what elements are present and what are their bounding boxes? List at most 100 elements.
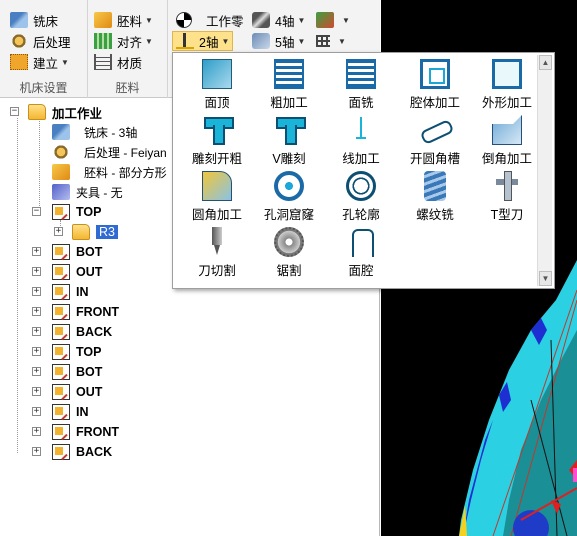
axis2-label: 2轴 xyxy=(199,35,219,50)
setup-icon xyxy=(52,204,70,220)
tree-node-fixture[interactable]: 夹具 - 无 xyxy=(52,182,123,202)
expand-toggle[interactable]: + xyxy=(32,267,41,276)
grid-button[interactable]: ▼ xyxy=(316,31,346,51)
face-top-label: 面顶 xyxy=(204,96,230,110)
hole-pocket-button[interactable]: 孔洞窟窿 xyxy=(253,171,325,223)
collapse-toggle[interactable]: − xyxy=(10,107,19,116)
expand-toggle[interactable]: + xyxy=(32,347,41,356)
tree-node-setup[interactable]: + OUT xyxy=(32,382,102,402)
work-zero-button[interactable]: 工作零 xyxy=(176,10,244,30)
expand-toggle[interactable]: + xyxy=(32,287,41,296)
rough-button[interactable]: 粗加工 xyxy=(253,59,325,111)
engrave-rough-button[interactable]: 雕刻开粗 xyxy=(181,115,253,167)
tree-node-label: 铣床 - 3轴 xyxy=(84,125,138,140)
axis5-icon xyxy=(252,33,270,49)
tree-node-setup[interactable]: + FRONT xyxy=(32,422,119,442)
t-slot-button[interactable]: T型刀 xyxy=(471,171,543,223)
chevron-down-icon: ▼ xyxy=(342,15,350,25)
face-top-button[interactable]: 面顶 xyxy=(181,59,253,111)
v-engrave-button[interactable]: V雕刻 xyxy=(253,115,325,167)
line-machining-button[interactable]: 线加工 xyxy=(325,115,397,167)
stock-icon xyxy=(94,12,112,28)
setup-icon xyxy=(52,444,70,460)
tools-button[interactable]: ▼ xyxy=(316,10,350,30)
fillet-button[interactable]: 圆角加工 xyxy=(181,171,253,223)
tree-node-setup[interactable]: + FRONT xyxy=(32,302,119,322)
folder-icon xyxy=(28,104,46,120)
build-button[interactable]: 建立 ▼ xyxy=(10,52,69,72)
scroll-up-button[interactable]: ▲ xyxy=(539,55,552,70)
setup-icon xyxy=(52,284,70,300)
contour-button[interactable]: 外形加工 xyxy=(471,59,543,111)
hole-contour-button[interactable]: 孔轮廓 xyxy=(325,171,397,223)
thread-mill-button[interactable]: 螺纹铣 xyxy=(399,171,471,223)
tree-guide-line xyxy=(17,118,18,453)
tree-node-setup[interactable]: + OUT xyxy=(32,262,102,282)
tree-node-setup[interactable]: + BOT xyxy=(32,242,102,262)
tree-node-setup[interactable]: + IN xyxy=(32,402,89,422)
material-button[interactable]: 材质 xyxy=(94,52,142,72)
tree-node-selected[interactable]: + R3 xyxy=(54,222,118,242)
face-mill-icon xyxy=(346,59,376,89)
axis5-label: 5轴 xyxy=(275,35,295,50)
expand-toggle[interactable]: + xyxy=(32,367,41,376)
expand-toggle[interactable]: + xyxy=(32,447,41,456)
round-slot-label: 开圆角槽 xyxy=(409,152,460,166)
face-pocket-label: 面腔 xyxy=(348,264,374,278)
tree-node-machine[interactable]: 铣床 - 3轴 xyxy=(52,122,137,142)
fixture-icon xyxy=(52,184,70,200)
align-button[interactable]: 对齐 ▼ xyxy=(94,31,153,51)
expand-toggle[interactable]: + xyxy=(54,227,63,236)
stock-icon xyxy=(52,164,70,180)
tree-node-label: TOP xyxy=(76,345,102,359)
tree-node-setup[interactable]: + IN xyxy=(32,282,89,302)
tree-node-setup[interactable]: + TOP xyxy=(32,342,101,362)
grid-icon xyxy=(316,35,330,47)
line-machining-icon xyxy=(346,115,376,145)
mill-button[interactable]: 铣床 xyxy=(10,10,58,30)
tree-node-label: TOP xyxy=(76,205,102,219)
chamfer-button[interactable]: 倒角加工 xyxy=(471,115,543,167)
fillet-label: 圆角加工 xyxy=(191,208,242,222)
popup-scrollbar[interactable]: ▲ ▼ xyxy=(537,55,552,286)
axis4-label: 4轴 xyxy=(275,14,295,29)
face-mill-button[interactable]: 面铣 xyxy=(325,59,397,111)
tree-node-setup[interactable]: + BACK xyxy=(32,442,112,462)
knife-cut-button[interactable]: 刀切割 xyxy=(181,227,253,279)
expand-toggle[interactable]: + xyxy=(32,327,41,336)
axis5-button[interactable]: 5轴 ▼ xyxy=(252,31,305,51)
stock-group: 胚料 ▼ 对齐 ▼ 材质 胚料 xyxy=(88,0,168,98)
tree-node-label: OUT xyxy=(76,265,103,279)
expand-toggle[interactable]: + xyxy=(32,247,41,256)
chevron-down-icon: ▼ xyxy=(145,36,153,46)
post-process-button[interactable]: 后处理 xyxy=(10,31,71,51)
expand-toggle[interactable]: + xyxy=(32,427,41,436)
face-pocket-button[interactable]: 面腔 xyxy=(325,227,397,279)
pocket-button[interactable]: 腔体加工 xyxy=(399,59,471,111)
axis4-button[interactable]: 4轴 ▼ xyxy=(252,10,305,30)
tree-node-setup[interactable]: − TOP xyxy=(32,202,101,222)
chevron-down-icon: ▼ xyxy=(221,36,230,46)
stock-button[interactable]: 胚料 ▼ xyxy=(94,10,153,30)
tree-node-setup[interactable]: + BACK xyxy=(32,322,112,342)
align-label: 对齐 xyxy=(117,35,143,50)
face-mill-label: 面铣 xyxy=(348,96,374,110)
tree-node-label: OUT xyxy=(76,385,103,399)
tree-node-setup[interactable]: + BOT xyxy=(32,362,102,382)
tree-node-root[interactable]: − 加工作业 xyxy=(10,102,102,122)
axis2-button[interactable]: 2轴 ▼ xyxy=(172,31,234,51)
expand-toggle[interactable]: + xyxy=(32,407,41,416)
saw-cut-button[interactable]: 锯割 xyxy=(253,227,325,279)
stock-label: 胚料 xyxy=(117,14,143,29)
tree-node-post[interactable]: 后处理 - Feiyan xyxy=(52,142,167,162)
expand-toggle[interactable]: + xyxy=(32,387,41,396)
tree-node-label: FRONT xyxy=(76,305,120,319)
scroll-down-button[interactable]: ▼ xyxy=(539,271,552,286)
setup-icon xyxy=(52,404,70,420)
pocket-label: 腔体加工 xyxy=(409,96,460,110)
expand-toggle[interactable]: + xyxy=(32,307,41,316)
mill-label: 铣床 xyxy=(33,14,59,29)
round-slot-button[interactable]: 开圆角槽 xyxy=(399,115,471,167)
tree-node-stock[interactable]: 胚料 - 部分方形 xyxy=(52,162,167,182)
collapse-toggle[interactable]: − xyxy=(32,207,41,216)
